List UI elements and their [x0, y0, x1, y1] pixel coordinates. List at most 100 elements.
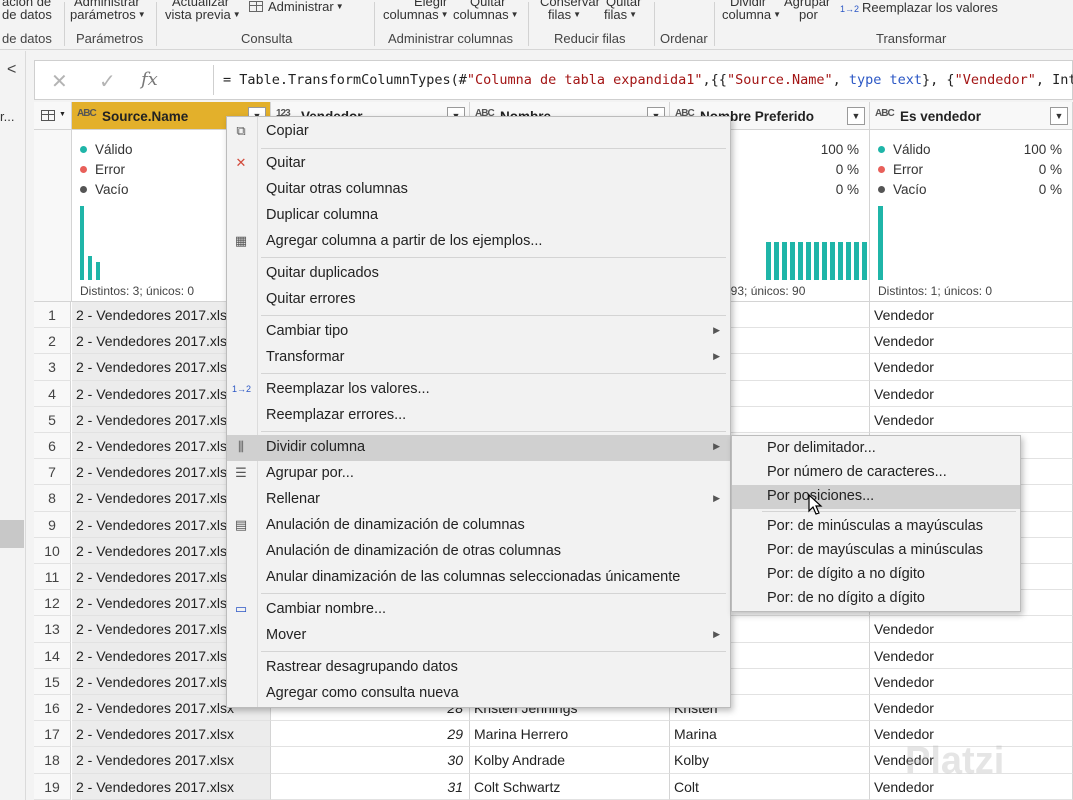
table-cell-pref[interactable]: Kolby — [670, 747, 870, 774]
table-cell-es[interactable]: Vendedor — [870, 380, 1073, 407]
row-number[interactable]: 15 — [34, 668, 71, 695]
table-cell-es[interactable]: Vendedor — [870, 302, 1073, 329]
row-number[interactable]: 18 — [34, 747, 71, 774]
table-cell-vendedor[interactable]: 30 — [271, 747, 470, 774]
row-number[interactable]: 3 — [34, 354, 71, 381]
menu-item-cambiar-tipo[interactable]: Cambiar tipo ▶ — [227, 319, 730, 345]
distribution-bar — [862, 242, 867, 280]
menu-item-quitar-duplicados[interactable]: Quitar duplicados — [227, 261, 730, 287]
menu-item-copiar[interactable]: ⧉ Copiar — [227, 119, 730, 145]
table-cell-nombre[interactable]: Colt Schwartz — [470, 773, 670, 800]
submenu-item-nodig-dig[interactable]: Por: de no dígito a dígito — [732, 587, 1020, 611]
split-column-button[interactable]: columna ▼ — [722, 7, 781, 22]
menu-item-agregar-ejemplos[interactable]: ▦ Agregar columna a partir de los ejemplo… — [227, 229, 730, 255]
group-by-button[interactable]: por — [799, 7, 818, 22]
table-menu-button[interactable]: ▼ — [34, 102, 72, 130]
table-cell-es[interactable]: Vendedor — [870, 616, 1073, 643]
row-number[interactable]: 6 — [34, 433, 71, 460]
filter-dropdown-button[interactable]: ▼ — [847, 107, 865, 125]
row-number[interactable]: 1 — [34, 302, 71, 329]
menu-item-reemplazar-errores[interactable]: Reemplazar errores... — [227, 403, 730, 429]
row-number[interactable]: 19 — [34, 773, 71, 800]
row-number[interactable]: 7 — [34, 459, 71, 486]
distribution-bar — [774, 242, 779, 280]
remove-columns-button[interactable]: columnas ▼ — [453, 7, 519, 22]
column-header-es-vendedor[interactable]: ABC Es vendedor ▼ — [870, 102, 1073, 130]
table-cell-pref[interactable]: Marina — [670, 721, 870, 748]
confirm-formula-button[interactable]: ✓ — [99, 69, 116, 94]
query-list-label[interactable]: r... — [0, 109, 14, 124]
table-cell-source[interactable]: 2 - Vendedores 2017.xlsx — [72, 773, 271, 800]
submenu-item-delimitador[interactable]: Por delimitador... — [732, 437, 1020, 461]
table-cell-es[interactable]: Vendedor — [870, 328, 1073, 355]
table-cell-source[interactable]: 2 - Vendedores 2017.xlsx — [72, 747, 271, 774]
table-cell-es[interactable]: Vendedor — [870, 695, 1073, 722]
table-cell-nombre[interactable]: Kolby Andrade — [470, 747, 670, 774]
table-cell-vendedor[interactable]: 31 — [271, 773, 470, 800]
menu-item-duplicar[interactable]: Duplicar columna — [227, 203, 730, 229]
text-type-icon[interactable]: ABC — [875, 108, 895, 119]
menu-item-quitar-errores[interactable]: Quitar errores — [227, 287, 730, 313]
row-number[interactable]: 14 — [34, 642, 71, 669]
choose-columns-button[interactable]: columnas ▼ — [383, 7, 449, 22]
submenu-item-num-caracteres[interactable]: Por número de caracteres... — [732, 461, 1020, 485]
menu-item-quitar[interactable]: ✕ Quitar — [227, 151, 730, 177]
table-cell-es[interactable]: Vendedor — [870, 668, 1073, 695]
row-number[interactable]: 4 — [34, 380, 71, 407]
menu-item-transformar[interactable]: Transformar ▶ — [227, 345, 730, 371]
formula-input[interactable]: = Table.TransformColumnTypes(#"Columna d… — [223, 72, 1073, 88]
submenu-item-dig-nodig[interactable]: Por: de dígito a no dígito — [732, 563, 1020, 587]
row-number[interactable]: 16 — [34, 695, 71, 722]
fx-icon[interactable]: fx — [141, 69, 158, 90]
row-number[interactable]: 12 — [34, 590, 71, 617]
menu-item-reemplazar-valores[interactable]: 1→2 Reemplazar los valores... — [227, 377, 730, 403]
menu-item-anular-otras[interactable]: Anulación de dinamización de otras colum… — [227, 539, 730, 565]
submenu-item-min-may[interactable]: Por: de minúsculas a mayúsculas — [732, 515, 1020, 539]
menu-item-dividir-columna[interactable]: ⫼ Dividir columna ▶ — [227, 435, 730, 461]
data-source-button[interactable]: de datos — [2, 7, 52, 22]
collapse-pane-icon[interactable]: < — [7, 61, 16, 79]
manage-parameters-button[interactable]: parámetros ▼ — [70, 7, 146, 22]
submenu-item-may-min[interactable]: Por: de mayúsculas a minúsculas — [732, 539, 1020, 563]
menu-item-agrupar[interactable]: ☰ Agrupar por... — [227, 461, 730, 487]
menu-item-anular-dinamizacion[interactable]: ▤ Anulación de dinamización de columnas — [227, 513, 730, 539]
row-number[interactable]: 8 — [34, 485, 71, 512]
row-number[interactable]: 17 — [34, 721, 71, 748]
menu-item-mover[interactable]: Mover ▶ — [227, 623, 730, 649]
distinct-count: Distintos: 3; únicos: 0 — [80, 284, 195, 298]
valid-percent: 100 % — [1023, 142, 1062, 157]
row-number[interactable]: 9 — [34, 511, 71, 538]
column-profile-es-vendedor: Válido Error Vacío 100 % 0 % 0 % Distint… — [870, 130, 1073, 302]
menu-item-cambiar-nombre[interactable]: ▭ Cambiar nombre... — [227, 597, 730, 623]
menu-item-rastrear[interactable]: Rastrear desagrupando datos — [227, 655, 730, 681]
manage-query-button[interactable]: Administrar ▼ — [249, 0, 344, 14]
keep-rows-button[interactable]: filas ▼ — [548, 7, 581, 22]
replace-values-button[interactable]: 1→2 Reemplazar los valores — [840, 0, 998, 15]
menu-item-anular-seleccionadas[interactable]: Anular dinamización de las columnas sele… — [227, 565, 730, 591]
table-cell-nombre[interactable]: Marina Herrero — [470, 721, 670, 748]
table-cell-es[interactable]: Vendedor — [870, 406, 1073, 433]
split-column-submenu: Por delimitador... Por número de caracte… — [731, 435, 1021, 612]
submenu-item-posiciones[interactable]: Por posiciones... — [732, 485, 1020, 509]
filter-dropdown-button[interactable]: ▼ — [1050, 107, 1068, 125]
menu-item-quitar-otras[interactable]: Quitar otras columnas — [227, 177, 730, 203]
table-cell-es[interactable]: Vendedor — [870, 354, 1073, 381]
table-cell-vendedor[interactable]: 29 — [271, 721, 470, 748]
row-number[interactable]: 10 — [34, 537, 71, 564]
cancel-formula-button[interactable]: ✕ — [51, 69, 68, 94]
text-type-icon[interactable]: ABC — [77, 108, 97, 119]
table-cell-pref[interactable]: Colt — [670, 773, 870, 800]
refresh-preview-button[interactable]: vista previa ▼ — [165, 7, 241, 22]
row-number[interactable]: 13 — [34, 616, 71, 643]
menu-item-rellenar[interactable]: Rellenar ▶ — [227, 487, 730, 513]
row-number[interactable]: 2 — [34, 328, 71, 355]
row-number[interactable]: 11 — [34, 564, 71, 591]
row-number[interactable]: 5 — [34, 406, 71, 433]
remove-rows-button[interactable]: filas ▼ — [604, 7, 637, 22]
formula-bar: ✕ ✓ fx = Table.TransformColumnTypes(#"Co… — [34, 60, 1073, 100]
table-cell-es[interactable]: Vendedor — [870, 642, 1073, 669]
menu-item-agregar-consulta[interactable]: Agregar como consulta nueva — [227, 681, 730, 707]
table-icon — [249, 1, 263, 12]
column-from-examples-icon: ▦ — [234, 233, 248, 248]
table-cell-source[interactable]: 2 - Vendedores 2017.xlsx — [72, 721, 271, 748]
